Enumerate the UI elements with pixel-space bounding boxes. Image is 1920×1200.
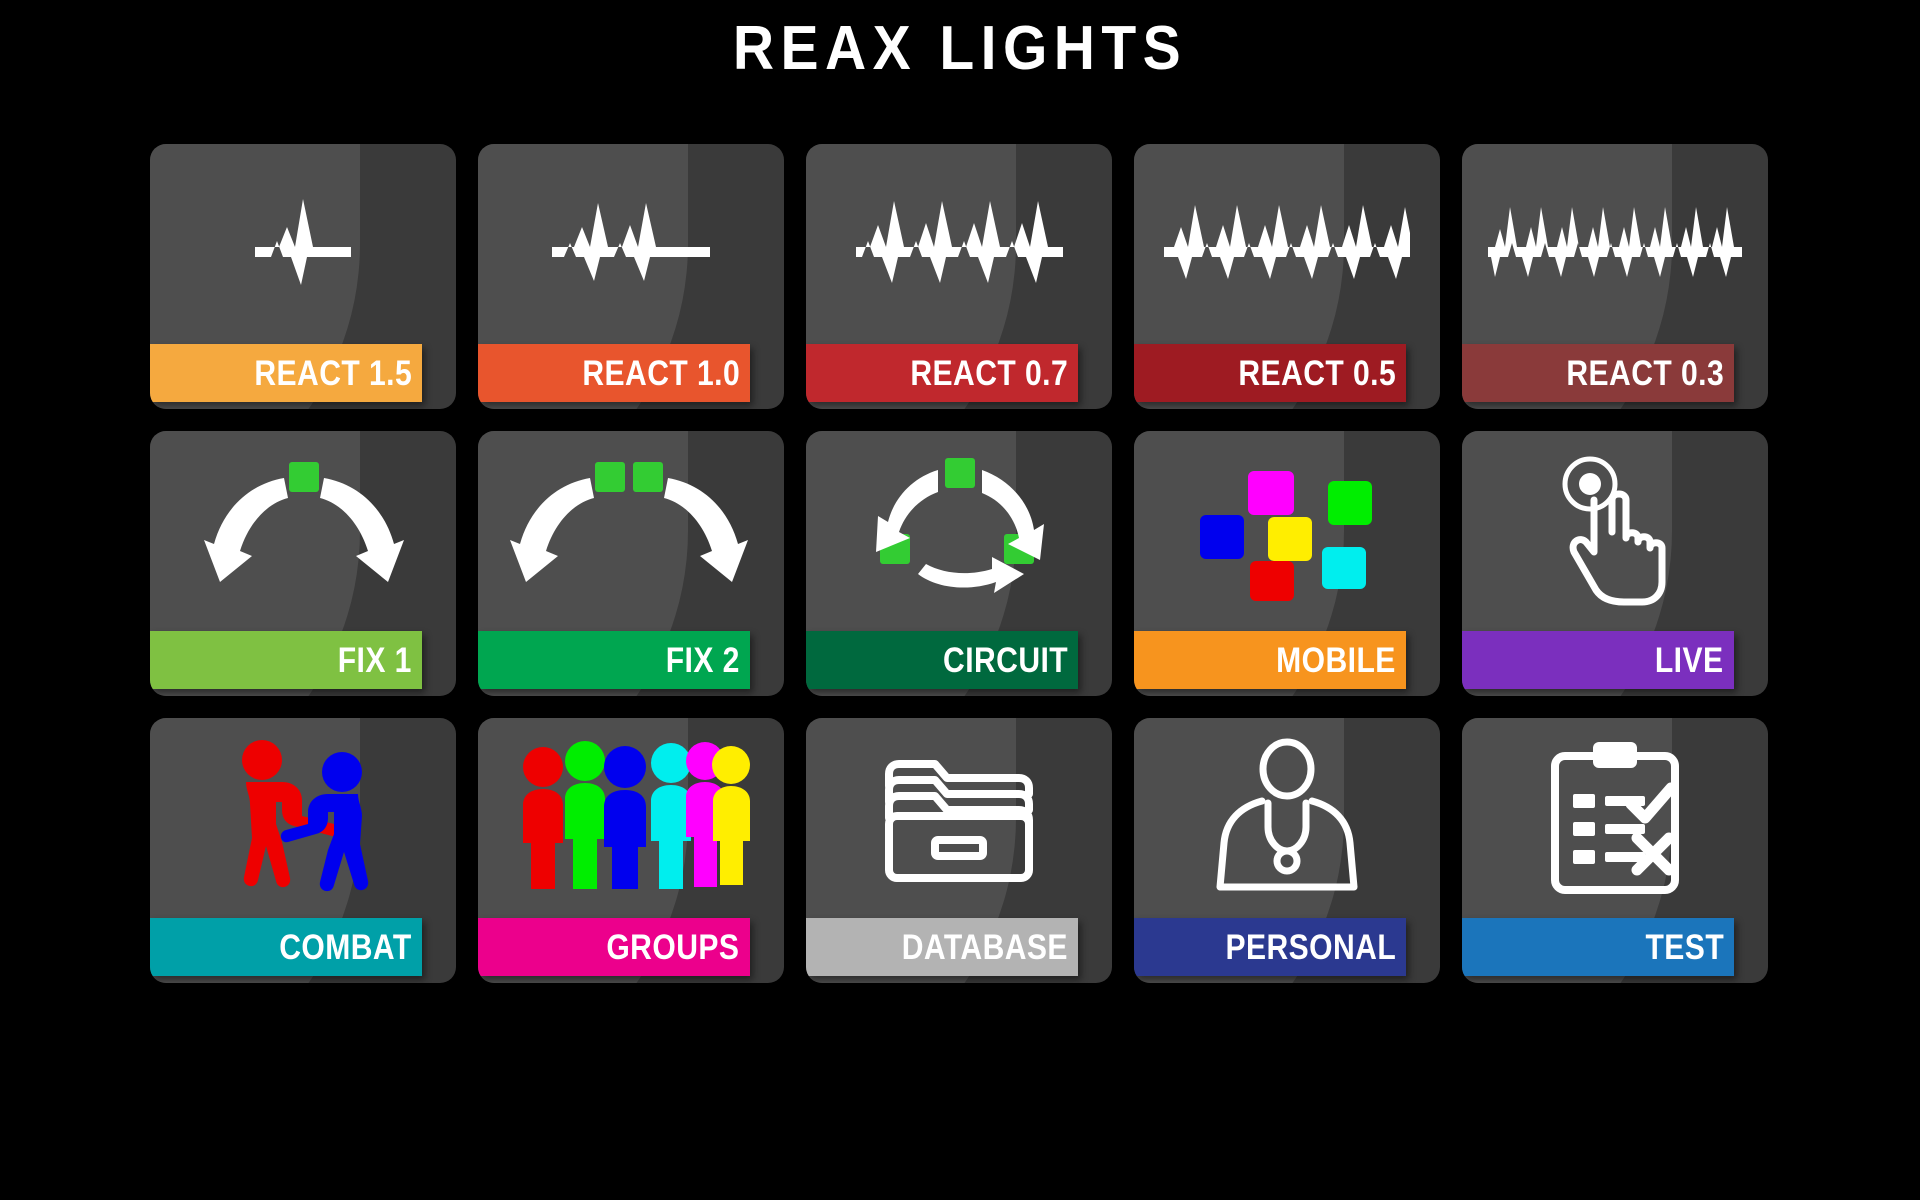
pulse-wave-5-icon: [1462, 144, 1768, 344]
tile-label-bar-fix-2: FIX 2: [478, 631, 750, 689]
tile-react-1-0[interactable]: REACT 1.0: [478, 144, 784, 409]
tile-label-circuit: CIRCUIT: [942, 640, 1068, 680]
tile-label-bar-combat: COMBAT: [150, 918, 422, 976]
tile-label-fix-1: FIX 1: [337, 640, 412, 680]
tile-label-personal: PERSONAL: [1224, 927, 1396, 967]
tile-label-mobile: MOBILE: [1276, 640, 1396, 680]
tile-label-bar-react-1-0: REACT 1.0: [478, 344, 750, 402]
tile-label-react-1-0: REACT 1.0: [581, 353, 740, 393]
tile-label-database: DATABASE: [901, 927, 1068, 967]
tile-fix-1[interactable]: FIX 1: [150, 431, 456, 696]
app-root: REAX LIGHTS REACT 1.5 REACT 1.0 REACT 0.…: [0, 0, 1920, 1200]
tile-label-react-0-5: REACT 0.5: [1237, 353, 1396, 393]
hand-tap-icon: [1462, 431, 1768, 631]
tile-grid: REACT 1.5 REACT 1.0 REACT 0.7 REACT 0.5 …: [150, 144, 1770, 983]
tile-react-0-5[interactable]: REACT 0.5: [1134, 144, 1440, 409]
tile-circuit[interactable]: CIRCUIT: [806, 431, 1112, 696]
tile-react-0-3[interactable]: REACT 0.3: [1462, 144, 1768, 409]
tile-label-fix-2: FIX 2: [665, 640, 740, 680]
tile-test[interactable]: TEST: [1462, 718, 1768, 983]
clipboard-checklist-icon: [1462, 718, 1768, 918]
two-arrows-two-targets-icon: [478, 431, 784, 631]
pulse-wave-4-icon: [1134, 144, 1440, 344]
tile-label-bar-circuit: CIRCUIT: [806, 631, 1078, 689]
tile-label-live: LIVE: [1655, 640, 1724, 680]
two-fighters-icon: [150, 718, 456, 918]
page-title: REAX LIGHTS: [732, 14, 1188, 83]
tile-label-test: TEST: [1645, 927, 1724, 967]
tile-label-bar-mobile: MOBILE: [1134, 631, 1406, 689]
tile-groups[interactable]: GROUPS: [478, 718, 784, 983]
tile-fix-2[interactable]: FIX 2: [478, 431, 784, 696]
tile-label-bar-live: LIVE: [1462, 631, 1734, 689]
tile-database[interactable]: DATABASE: [806, 718, 1112, 983]
tile-label-bar-test: TEST: [1462, 918, 1734, 976]
tile-label-bar-fix-1: FIX 1: [150, 631, 422, 689]
circular-arrows-icon: [806, 431, 1112, 631]
tile-combat[interactable]: COMBAT: [150, 718, 456, 983]
file-drawer-icon: [806, 718, 1112, 918]
tile-react-0-7[interactable]: REACT 0.7: [806, 144, 1112, 409]
tile-label-bar-personal: PERSONAL: [1134, 918, 1406, 976]
tile-label-react-1-5: REACT 1.5: [253, 353, 412, 393]
tile-mobile[interactable]: MOBILE: [1134, 431, 1440, 696]
tile-label-bar-react-1-5: REACT 1.5: [150, 344, 422, 402]
tile-live[interactable]: LIVE: [1462, 431, 1768, 696]
two-arrows-one-target-icon: [150, 431, 456, 631]
tile-label-react-0-3: REACT 0.3: [1565, 353, 1724, 393]
tile-label-bar-database: DATABASE: [806, 918, 1078, 976]
tile-label-bar-react-0-7: REACT 0.7: [806, 344, 1078, 402]
tile-label-combat: COMBAT: [279, 927, 412, 967]
tile-label-react-0-7: REACT 0.7: [909, 353, 1068, 393]
group-of-people-icon: [478, 718, 784, 918]
tile-label-bar-groups: GROUPS: [478, 918, 750, 976]
tile-label-bar-react-0-3: REACT 0.3: [1462, 344, 1734, 402]
pulse-wave-2-icon: [478, 144, 784, 344]
pulse-wave-1-icon: [150, 144, 456, 344]
tile-label-groups: GROUPS: [606, 927, 740, 967]
scattered-squares-icon: [1134, 431, 1440, 631]
tile-personal[interactable]: PERSONAL: [1134, 718, 1440, 983]
tile-label-bar-react-0-5: REACT 0.5: [1134, 344, 1406, 402]
tile-react-1-5[interactable]: REACT 1.5: [150, 144, 456, 409]
pulse-wave-3-icon: [806, 144, 1112, 344]
person-with-stethoscope-icon: [1134, 718, 1440, 918]
